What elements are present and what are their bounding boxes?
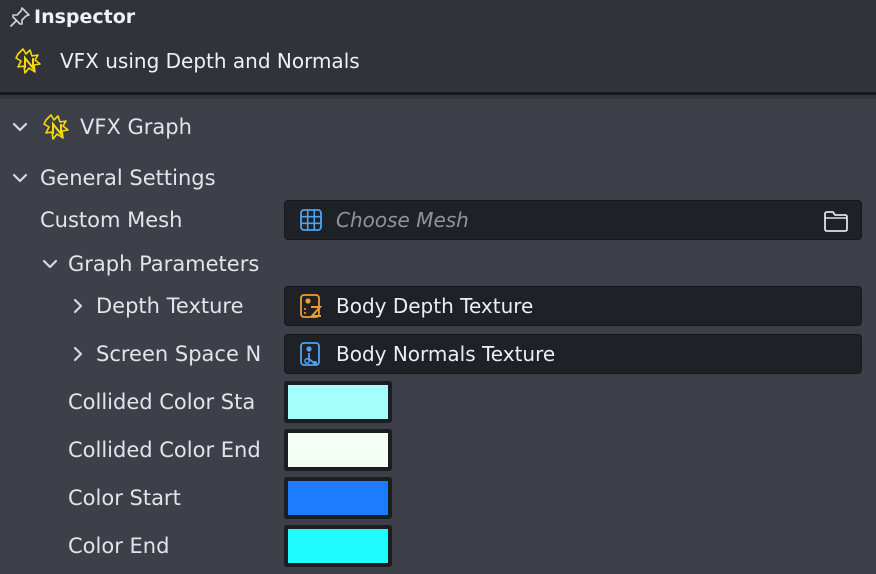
header-divider-shadow xyxy=(0,95,876,99)
color-end-row: Color End xyxy=(68,530,169,562)
asset-name: VFX using Depth and Normals xyxy=(60,49,360,73)
depth-texture-icon xyxy=(300,294,323,318)
custom-mesh-label: Custom Mesh xyxy=(40,208,183,232)
color-start-row: Color Start xyxy=(68,482,181,514)
vfx-graph-icon xyxy=(15,48,41,74)
color-swatch xyxy=(288,481,388,515)
chevron-right-icon[interactable] xyxy=(68,296,88,316)
folder-icon[interactable] xyxy=(823,209,849,233)
collided-color-end-swatch[interactable] xyxy=(284,429,392,471)
collided-color-end-label: Collided Color End xyxy=(68,438,261,462)
component-foldout-vfx-graph[interactable]: VFX Graph xyxy=(10,111,192,143)
normals-texture-icon xyxy=(300,342,320,366)
pin-icon[interactable] xyxy=(8,5,32,29)
color-swatch xyxy=(288,385,388,419)
color-start-label: Color Start xyxy=(68,486,181,510)
screen-space-normals-field[interactable]: Body Normals Texture xyxy=(284,334,862,374)
color-swatch xyxy=(288,529,388,563)
depth-texture-value: Body Depth Texture xyxy=(336,294,534,318)
chevron-right-icon[interactable] xyxy=(68,344,88,364)
custom-mesh-field[interactable]: Choose Mesh xyxy=(284,200,862,240)
screen-space-normals-value: Body Normals Texture xyxy=(336,342,556,366)
chevron-down-icon[interactable] xyxy=(10,117,30,137)
screen-space-normals-label: Screen Space N xyxy=(96,342,262,366)
vfx-graph-icon xyxy=(43,114,69,140)
custom-mesh-placeholder: Choose Mesh xyxy=(336,208,469,232)
foldout-screen-space-normals[interactable]: Screen Space N xyxy=(68,338,268,370)
foldout-graph-parameters[interactable]: Graph Parameters xyxy=(40,248,259,280)
foldout-general-settings[interactable]: General Settings xyxy=(10,162,216,194)
chevron-down-icon[interactable] xyxy=(40,254,60,274)
color-end-label: Color End xyxy=(68,534,170,558)
custom-mesh-row: Custom Mesh xyxy=(40,204,182,236)
component-name: VFX Graph xyxy=(80,115,192,139)
color-swatch xyxy=(288,433,388,467)
collided-color-start-label: Collided Color Sta xyxy=(68,390,256,414)
asset-row: VFX using Depth and Normals xyxy=(14,45,360,77)
graph-parameters-label: Graph Parameters xyxy=(68,252,260,276)
panel-title: Inspector xyxy=(34,6,136,28)
chevron-down-icon[interactable] xyxy=(10,168,30,188)
foldout-depth-texture[interactable]: Depth Texture xyxy=(68,290,272,322)
mesh-grid-icon xyxy=(300,209,322,231)
depth-texture-field[interactable]: Body Depth Texture xyxy=(284,286,862,326)
inspector-title-row: Inspector xyxy=(8,5,135,29)
collided-color-end-row: Collided Color End xyxy=(68,434,268,466)
collided-color-start-row: Collided Color Sta xyxy=(68,386,268,418)
inspector-header: Inspector VFX using Depth and Normals xyxy=(0,0,876,92)
collided-color-start-swatch[interactable] xyxy=(284,381,392,423)
general-settings-label: General Settings xyxy=(40,166,216,190)
color-end-swatch[interactable] xyxy=(284,525,392,567)
color-start-swatch[interactable] xyxy=(284,477,392,519)
depth-texture-label: Depth Texture xyxy=(96,294,244,318)
